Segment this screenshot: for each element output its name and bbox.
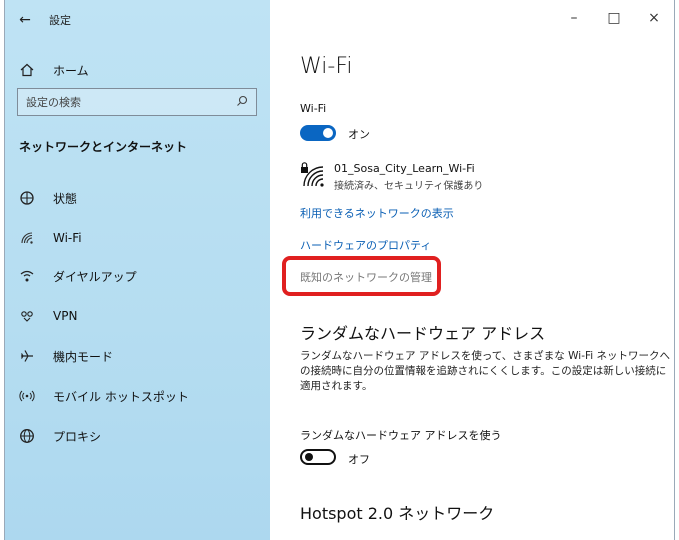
sidebar-item-label: ダイヤルアップ [53,269,137,284]
app-title: 設定 [49,14,71,27]
airplane-icon [19,348,35,364]
random-hw-heading: ランダムなハードウェア アドレス [300,324,546,343]
titlebar-left: ← 設定 [5,0,270,40]
sidebar-item-proxy[interactable]: プロキシ [5,424,101,448]
globe-icon [19,428,35,444]
toggle-knob [305,453,313,461]
globe-status-icon [19,190,35,206]
sidebar-item-label: Wi-Fi [53,231,82,245]
network-text: 01_Sosa_City_Learn_Wi-Fi 接続済み、セキュリティ保護あり [334,162,483,192]
page-title: Wi-Fi [300,54,353,79]
toggle-knob [323,128,333,138]
sidebar-item-hotspot[interactable]: モバイル ホットスポット [5,384,189,408]
window-controls: – □ × [554,6,674,30]
search-icon [236,95,248,110]
sidebar-item-label: VPN [53,309,78,323]
sidebar-item-vpn[interactable]: VPN [5,304,77,328]
settings-window: ← 設定 ホーム 設定の検索 ネットワークとインターネット 状態 Wi-Fi ダ… [4,0,675,540]
secured-wifi-icon [300,162,326,192]
sidebar-item-label: モバイル ホットスポット [53,389,189,404]
sidebar-item-status[interactable]: 状態 [5,186,77,210]
section-title: ネットワークとインターネット [19,140,188,154]
network-status: 接続済み、セキュリティ保護あり [334,181,484,192]
home-icon [19,62,35,78]
random-hw-toggle-state: オフ [348,453,370,466]
random-hw-toggle-label: ランダムなハードウェア アドレスを使う [300,429,502,442]
hotspot-icon [19,388,35,404]
wifi-toggle[interactable] [300,125,336,141]
maximize-button[interactable]: □ [594,6,634,30]
wifi-label: Wi-Fi [300,102,327,115]
sidebar-item-label: ホーム [53,63,89,78]
wifi-toggle-state: オン [348,128,370,141]
connected-network[interactable]: 01_Sosa_City_Learn_Wi-Fi 接続済み、セキュリティ保護あり [300,162,483,192]
highlight-box [282,256,441,296]
hardware-properties-link[interactable]: ハードウェアのプロパティ [300,237,431,253]
hotspot-heading: Hotspot 2.0 ネットワーク [300,504,495,523]
minimize-button[interactable]: – [554,6,594,30]
main-content: – □ × Wi-Fi Wi-Fi オン 01_Sosa_City_Learn_… [270,0,674,540]
sidebar-item-label: 機内モード [53,349,114,364]
wifi-icon [19,230,35,246]
sidebar-item-label: プロキシ [53,429,102,444]
back-arrow-icon[interactable]: ← [5,12,45,28]
dialup-icon [19,268,35,284]
random-hw-toggle[interactable] [300,449,336,465]
search-placeholder: 設定の検索 [26,96,81,109]
sidebar-item-airplane[interactable]: 機内モード [5,344,113,368]
vpn-icon [19,308,35,324]
show-available-networks-link[interactable]: 利用できるネットワークの表示 [300,205,454,221]
search-input[interactable]: 設定の検索 [17,88,257,116]
random-hw-description: ランダムなハードウェア アドレスを使って、さまざまな Wi-Fi ネットワークへ… [300,350,671,392]
sidebar-item-wifi[interactable]: Wi-Fi [5,226,82,250]
close-button[interactable]: × [634,6,674,30]
sidebar-item-dialup[interactable]: ダイヤルアップ [5,264,137,288]
sidebar-item-label: 状態 [53,191,78,206]
sidebar-item-home[interactable]: ホーム [5,58,89,82]
sidebar: ← 設定 ホーム 設定の検索 ネットワークとインターネット 状態 Wi-Fi ダ… [5,0,270,540]
network-name: 01_Sosa_City_Learn_Wi-Fi [334,162,475,175]
